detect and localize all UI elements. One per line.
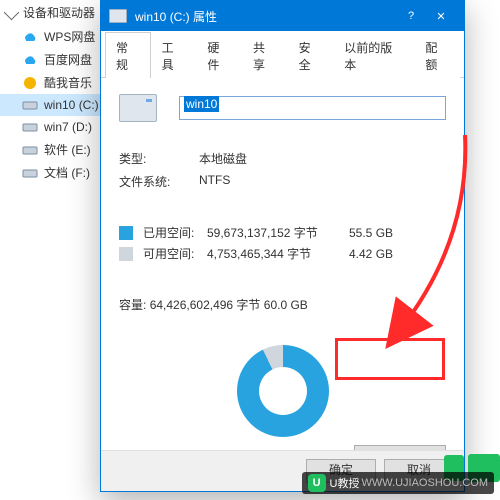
drive-icon xyxy=(22,119,38,135)
drive-icon xyxy=(109,9,127,23)
tab-previous[interactable]: 以前的版本 xyxy=(333,32,414,78)
tab-row: 常规 工具 硬件 共享 安全 以前的版本 配额 xyxy=(101,31,464,78)
tree-item-label: win7 (D:) xyxy=(44,120,92,134)
tab-general[interactable]: 常规 xyxy=(105,32,151,78)
watermark-logo-icon: U xyxy=(308,474,326,492)
watermark-site: WWW.UJIAOSHOU.COM xyxy=(362,477,489,489)
free-bytes: 4,753,465,344 字节 xyxy=(207,245,349,262)
drive-name-input[interactable]: win10 xyxy=(179,96,446,120)
tab-label: 硬件 xyxy=(207,41,219,72)
free-color-swatch xyxy=(119,247,133,261)
tab-tools[interactable]: 工具 xyxy=(151,32,197,78)
tab-label: 共享 xyxy=(253,41,265,72)
tab-sharing[interactable]: 共享 xyxy=(242,32,288,78)
tree-item-label: 文档 (F:) xyxy=(44,164,90,181)
watermark-brand: U教授 xyxy=(330,475,360,491)
tab-label: 安全 xyxy=(299,41,311,72)
used-label: 已用空间: xyxy=(143,224,207,241)
drive-icon xyxy=(119,94,157,122)
tree-item-label: 百度网盘 xyxy=(44,51,92,68)
tree-item-label: 酷我音乐 xyxy=(44,74,92,91)
free-gb: 4.42 GB xyxy=(349,247,409,261)
watermark: U U教授 WWW.UJIAOSHOU.COM xyxy=(302,472,494,494)
fs-value: NTFS xyxy=(199,173,446,190)
tree-section-label: 设备和驱动器 xyxy=(23,4,95,21)
cloud-icon xyxy=(22,52,38,68)
tab-label: 以前的版本 xyxy=(344,41,392,72)
drive-icon xyxy=(22,142,38,158)
usage-donut-chart xyxy=(237,345,329,437)
dialog-title: win10 (C:) 属性 xyxy=(135,8,396,25)
properties-dialog: win10 (C:) 属性 ? ✕ 常规 工具 硬件 共享 安全 以前的版本 配… xyxy=(100,0,465,492)
tree-item-label: win10 (C:) xyxy=(44,98,99,112)
drive-icon xyxy=(22,165,38,181)
capacity-bytes: 64,426,602,496 字节 xyxy=(150,298,261,312)
used-gb: 55.5 GB xyxy=(349,226,409,240)
capacity-label: 容量: xyxy=(119,298,146,312)
tree-item-label: WPS网盘 xyxy=(44,28,95,45)
music-icon xyxy=(22,75,38,91)
cloud-icon xyxy=(22,29,38,45)
tab-label: 配额 xyxy=(425,41,437,72)
tab-label: 工具 xyxy=(162,41,174,72)
tab-body-general: win10 类型:本地磁盘 文件系统:NTFS 已用空间: 59,673,137… xyxy=(101,78,464,450)
tab-label: 常规 xyxy=(116,41,128,72)
tab-hardware[interactable]: 硬件 xyxy=(196,32,242,78)
close-button[interactable]: ✕ xyxy=(426,4,456,28)
fs-label: 文件系统: xyxy=(119,173,199,190)
drive-icon xyxy=(22,97,38,113)
type-value: 本地磁盘 xyxy=(199,150,446,167)
capacity-gb: 60.0 GB xyxy=(264,298,308,312)
dialog-titlebar[interactable]: win10 (C:) 属性 ? ✕ xyxy=(101,1,464,31)
used-bytes: 59,673,137,152 字节 xyxy=(207,224,349,241)
tab-quota[interactable]: 配额 xyxy=(414,32,460,78)
used-color-swatch xyxy=(119,226,133,240)
free-label: 可用空间: xyxy=(143,245,207,262)
drive-name-value: win10 xyxy=(184,96,219,112)
tab-security[interactable]: 安全 xyxy=(288,32,334,78)
type-label: 类型: xyxy=(119,150,199,167)
tree-item-label: 软件 (E:) xyxy=(44,141,91,158)
chevron-down-icon xyxy=(4,5,20,21)
usage-section: 已用空间: 59,673,137,152 字节 55.5 GB 可用空间: 4,… xyxy=(119,224,446,266)
help-button[interactable]: ? xyxy=(396,4,426,28)
